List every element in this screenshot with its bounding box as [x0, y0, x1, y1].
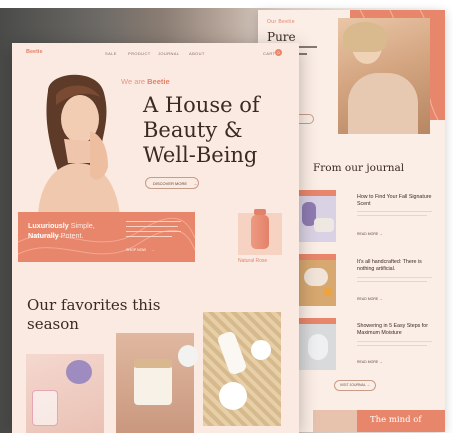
hero-title-line: A House of [143, 93, 260, 117]
tagline-light: Potent. [58, 231, 84, 240]
hero-eyebrow-prefix: We are [121, 77, 148, 86]
article-image-shower [298, 318, 336, 370]
banner-tagline: Luxuriously Simple, Naturally Potent. [28, 221, 95, 241]
read-more-link[interactable]: READ MORE → [357, 297, 383, 301]
tagline-bold: Luxuriously [28, 221, 69, 230]
favorite-cream-photo[interactable] [203, 312, 281, 426]
bottom-photo [313, 410, 357, 432]
nav-item-product[interactable]: PRODUCT [128, 51, 151, 56]
nav-item-journal[interactable]: JOURNAL [158, 51, 179, 56]
model-photo [338, 18, 430, 134]
logo[interactable]: Beetie [26, 49, 43, 55]
discover-more-label: DISCOVER MORE [153, 181, 188, 186]
home-page-panel: Beetie SALE PRODUCT JOURNAL ABOUT CART 0… [12, 43, 299, 433]
favorites-title-line: Our favorites this [27, 296, 161, 314]
cart-link[interactable]: CART [263, 51, 275, 56]
visit-journal-button[interactable]: VISIT JOURNAL → [334, 380, 376, 391]
read-more-link[interactable]: READ MORE → [357, 360, 383, 364]
hero-word: Pure [267, 30, 296, 44]
favorites-title: Our favorites this season [27, 296, 160, 334]
bottle [251, 215, 269, 249]
favorite-candle-photo[interactable] [116, 333, 198, 433]
shop-now-link[interactable]: SHOP NOW → [126, 248, 155, 252]
brand-label: Our Beetie [267, 19, 295, 25]
read-more-link[interactable]: READ MORE → [357, 232, 383, 236]
product-card[interactable] [238, 209, 282, 255]
hero-eyebrow: We are Beetie [121, 77, 170, 86]
hero-title-line: Beauty & [143, 118, 243, 142]
favorite-perfume-photo[interactable] [26, 354, 104, 433]
shop-now-label: SHOP NOW [126, 248, 146, 252]
hero-title: A House of Beauty & Well-Being [143, 93, 260, 168]
article-excerpt [357, 341, 432, 342]
article-title[interactable]: Showering in 5 Easy Steps for Maximum Mo… [357, 323, 437, 337]
nav-item-sale[interactable]: SALE [105, 51, 117, 56]
article-title[interactable]: How to Find Your Fall Signature Scent [357, 194, 437, 208]
promo-banner: Luxuriously Simple, Naturally Potent. SH… [18, 212, 195, 262]
hero-model-photo [28, 71, 128, 215]
banner-copy-line [126, 236, 172, 237]
journal-title: From our journal [313, 162, 405, 174]
banner-copy-line [126, 226, 178, 227]
article-image-lavender [298, 190, 336, 242]
cart-count-badge[interactable]: 0 [275, 49, 282, 56]
product-label[interactable]: Natural Rose [238, 258, 267, 264]
favorites-title-line: season [27, 315, 79, 333]
article-excerpt [357, 215, 427, 216]
article-excerpt [357, 211, 432, 212]
hero-eyebrow-brand: Beetie [147, 77, 170, 86]
article-excerpt [357, 277, 432, 278]
arrow-right-icon: → [150, 248, 155, 252]
article-excerpt [357, 281, 427, 282]
discover-more-button[interactable]: DISCOVER MORE → [145, 177, 199, 189]
article-title[interactable]: It's all handcrafted: There is nothing a… [357, 259, 437, 273]
banner-copy-line [126, 221, 181, 222]
tagline-bold: Naturally [28, 231, 59, 240]
mind-heading: The mind of [370, 415, 422, 425]
article-excerpt [357, 345, 427, 346]
hero-title-line: Well-Being [143, 143, 258, 167]
tagline-light: Simple, [68, 221, 95, 230]
arrow-right-icon: → [193, 181, 198, 186]
banner-copy-line [126, 231, 181, 232]
article-image-handcraft [298, 254, 336, 306]
nav-item-about[interactable]: ABOUT [189, 51, 205, 56]
